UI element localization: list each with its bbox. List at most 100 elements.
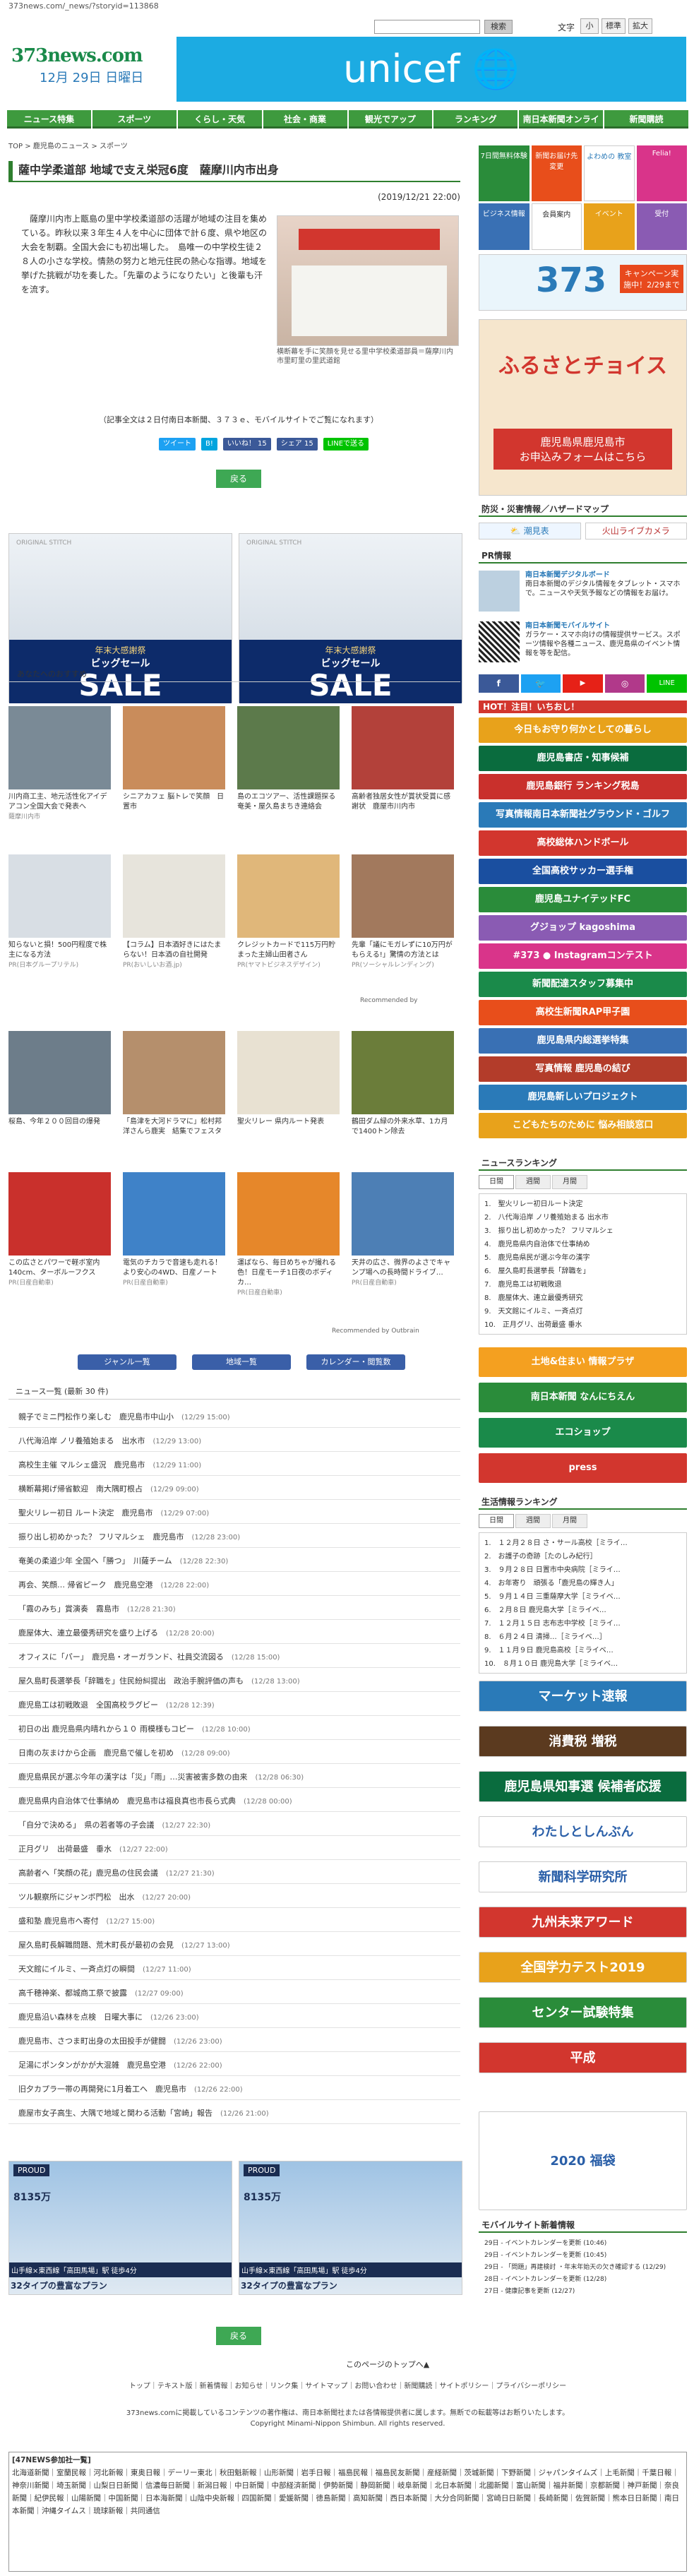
recommend-card[interactable]: 「島津を大河ドラマに」松村邦洋さんら鹿実 結集でフェスタ (123, 1031, 225, 1137)
news-row[interactable]: オフィスに「パー」 鹿児島・オーガランド、社員交流図る (12/28 15:00… (8, 1647, 460, 1668)
news-row[interactable]: 振り出し初めかった？ フリマルシェ 鹿児島市 (12/28 23:00) (8, 1527, 460, 1548)
line-button[interactable]: LINEで送る (323, 438, 369, 451)
unicef-banner[interactable]: unicef 🌐 (177, 37, 686, 102)
article-photo[interactable] (277, 215, 459, 346)
line-icon[interactable]: LINE (647, 674, 687, 693)
pr-item[interactable]: 南日本新聞モバイルサイト ガラケー・スマホ向けの情報提供サービス。スポーツ情報や… (479, 621, 687, 667)
news-row[interactable]: 親子でミニ門松作り楽しむ 鹿児島市中山小 (12/29 15:00) (8, 1407, 460, 1428)
sidebar-banner[interactable]: こどもたちのために 悩み相談窓口 (479, 1113, 687, 1138)
sidebar-banner[interactable]: 写真情報 鹿児島の結び (479, 1056, 687, 1082)
recommend-card[interactable]: 天井の広さ、微界のよさでキャンプ場への長時間ドライブ… PR(日産自動車) (352, 1172, 454, 1288)
sidebar-banner[interactable]: 全国学力テスト2019 (479, 1952, 687, 1983)
life-ranking-item[interactable]: 9. １１月９日 鹿児島高校［ミライベ… (484, 1644, 682, 1657)
recommend-card[interactable]: 聖火リレー 県内ルート発表 (237, 1031, 340, 1127)
recommend-card[interactable]: 運ばなら、毎日めちゃが撮れる色！日産モーチ1日夜のボディカ… PR(日産自動車) (237, 1172, 340, 1298)
recommend-card[interactable]: 川内商工主、地元活性化アイデアコン全国大会で発表へ 薩摩川内市 (8, 706, 111, 822)
news-row[interactable]: 鹿児島県民が選ぶ今年の漢字は「災」「雨」…災害被害多数の由来 (12/28 06… (8, 1767, 460, 1788)
instagram-icon[interactable]: ◎ (604, 674, 645, 693)
nav-item[interactable]: 観光でアップ (348, 110, 433, 129)
news-row[interactable]: 高齢者へ「笑顔の花」鹿児島の住民会議 (12/27 21:30) (8, 1863, 460, 1884)
recommend-card[interactable]: この広さとパワーで軽ボ室内140cm、ターボルーフクス PR(日産自動車) (8, 1172, 111, 1288)
life-ranking-item[interactable]: 8. ６月２４日 清掃…［ミライベ…］ (484, 1630, 682, 1644)
grid-tile[interactable]: よわめの 教室 (584, 145, 635, 201)
nav-item[interactable]: ランキング (433, 110, 518, 129)
breadcrumb[interactable]: TOP > 鹿児島のニュース > スポーツ (8, 140, 128, 150)
recommend-card[interactable]: 桜島、今年２００回目の爆発 (8, 1031, 111, 1127)
47news-list[interactable]: 北海道新聞｜室蘭民報｜河北新報｜東奥日報｜デーリー東北｜秋田魁新報｜山形新聞｜岩… (12, 2467, 683, 2517)
373-banner[interactable]: 373 キャンペーン実施中！2/29まで (479, 254, 687, 311)
nav-item[interactable]: 南日本新聞オンライン (519, 110, 604, 143)
tweet-button[interactable]: ツイート (159, 438, 196, 451)
tab-daily[interactable]: 日間 (479, 1175, 514, 1189)
news-row[interactable]: 鹿児島市、さつま町出身の太田投手が健闘 (12/26 23:00) (8, 2031, 460, 2052)
recommend-card[interactable]: シニアカフェ 脳トレで笑顔 日置市 (123, 706, 225, 812)
hatena-button[interactable]: B! (201, 438, 217, 451)
nav-item[interactable]: スポーツ (92, 110, 177, 129)
font-small-button[interactable]: 小 (580, 18, 599, 34)
recommend-card[interactable]: 【コラム】日本酒好きにはたまらない！日本酒の自社開発 PR(おいしいお酒.jp) (123, 854, 225, 970)
sidebar-banner[interactable]: 2020 福袋 (479, 2111, 687, 2210)
genre-list-button[interactable]: ジャンル一覧 (78, 1354, 177, 1370)
sidebar-banner[interactable]: press (479, 1453, 687, 1483)
ranking-item[interactable]: 3. 振り出し初めかった？ フリマルシェ (484, 1224, 682, 1238)
sidebar-banner[interactable]: センター試験特集 (479, 1997, 687, 2028)
sidebar-banner[interactable]: グジョップ kagoshima (479, 915, 687, 941)
news-row[interactable]: 鹿児島工は初戦敗退 全国高校ラグビー (12/28 12:39) (8, 1695, 460, 1716)
sidebar-banner[interactable]: 今日もお守り何かとしての暮らし (479, 717, 687, 743)
sidebar-banner[interactable]: 消費税 増税 (479, 1726, 687, 1757)
page-top-link[interactable]: このページのトップへ▲ (346, 2359, 429, 2370)
news-row[interactable]: 再会、笑顔… 帰省ピーク 鹿児島空港 (12/28 22:00) (8, 1575, 460, 1596)
news-row[interactable]: 初日の出 鹿児島県内晴れから１０ 雨模様もコピー (12/28 10:00) (8, 1719, 460, 1740)
sidebar-banner[interactable]: 鹿児島ユナイテッドFC (479, 887, 687, 912)
recommend-card[interactable]: 知らないと損！500円程度で株主になる方法 PR(日本グループリテル) (8, 854, 111, 970)
recommend-card[interactable]: 先輩「議にモガレずに10万円がもらえる!」驚情の方法とは PR(ソーシャルレンディ… (352, 854, 454, 970)
grid-tile[interactable]: 新聞お届け先変更 (531, 145, 582, 201)
like-button[interactable]: いいね！ 15 (222, 438, 271, 451)
life-ranking-item[interactable]: 6. ２月８日 鹿児島大学［ミライベ… (484, 1604, 682, 1617)
volcano-link[interactable]: 火山ライブカメラ (585, 523, 687, 539)
news-row[interactable]: 屋久島町長解職問題、荒木町長が最初の会見 (12/27 13:00) (8, 1935, 460, 1956)
nav-item[interactable]: 社会・商業 (263, 110, 347, 129)
search-button[interactable]: 検索 (484, 20, 513, 34)
news-row[interactable]: 屋久島町長選挙長「辞職を」住民紛糾提出 政治手腕評価の声も (12/28 13:… (8, 1671, 460, 1692)
ranking-item[interactable]: 4. 鹿児島県内自治体で仕事納め (484, 1238, 682, 1251)
ranking-item[interactable]: 1. 聖火リレー初日ルート決定 (484, 1198, 682, 1211)
site-logo[interactable]: 373news.com 12月 29日 日曜日 (11, 40, 167, 93)
sidebar-banner[interactable]: 土地&住まい 情報プラザ (479, 1347, 687, 1377)
proud-ad[interactable]: PROUD 8135万 山手線×東西線「高田馬場」駅 徒歩4分 32タイプの豊富… (8, 2161, 232, 2295)
sidebar-banner[interactable]: わたしとしんぶん (479, 1816, 687, 1847)
sidebar-banner[interactable]: #373 ● Instagramコンテスト (479, 943, 687, 969)
region-list-button[interactable]: 地域一覧 (192, 1354, 291, 1370)
ranking-item[interactable]: 9. 天文館にイルミ、一斉点灯 (484, 1305, 682, 1318)
sidebar-banner[interactable]: 高校総体ハンドボール (479, 830, 687, 856)
life-ranking-item[interactable]: 10. ８月１０日 鹿児島大学［ミライベ… (484, 1657, 682, 1671)
weather-link[interactable]: ⛅ 潮見表 (479, 523, 581, 539)
news-row[interactable]: 旧夕カプラ一帯の再開発に1月着工へ 鹿児島市 (12/26 22:00) (8, 2079, 460, 2100)
news-row[interactable]: 天文館にイルミ、一斉点灯の瞬間 (12/27 11:00) (8, 1959, 460, 1980)
sidebar-banner[interactable]: 鹿児島県知事選 候補者応援 (479, 1771, 687, 1802)
news-row[interactable]: 鹿児島県内自治体で仕事納め 鹿児島市は福良真也市長ら式典 (12/28 00:0… (8, 1791, 460, 1812)
nav-item[interactable]: 新聞購読 (604, 110, 688, 129)
recommend-card[interactable]: 島のエコツアー、活性課題探る 奄美・屋久島まちき連絡会 (237, 706, 342, 812)
life-ranking-item[interactable]: 4. お年寄り 頑張る「鹿児島の輝き人」 (484, 1577, 682, 1590)
life-ranking-item[interactable]: 2. お護子の奇跡［たのしみ紀行］ (484, 1550, 682, 1563)
sidebar-banner[interactable]: 全国高校サッカー選手権 (479, 859, 687, 884)
grid-tile[interactable]: ビジネス情報 (479, 203, 530, 250)
ranking-item[interactable]: 6. 屋久島町長選挙長「辞職を」 (484, 1265, 682, 1278)
recommend-card[interactable]: 高齢者独居女性が賞状受賞に感謝状 鹿屋市川内市 (352, 706, 454, 812)
mobile-item[interactable]: 27日 - 健康記事を更新 (12/27) (484, 2285, 682, 2298)
sidebar-banner[interactable]: マーケット速報 (479, 1681, 687, 1712)
tab-monthly[interactable]: 月間 (552, 1175, 587, 1189)
twitter-icon[interactable]: 🐦 (520, 674, 561, 693)
uzou-credit[interactable]: Recommended by (360, 997, 417, 1004)
font-large-button[interactable]: 拡大 (628, 18, 652, 34)
news-row[interactable]: 「霧のみち」賞演奏 霧島市 (12/28 21:30) (8, 1599, 460, 1620)
ranking-item[interactable]: 5. 鹿児島県民が選ぶ今年の漢字 (484, 1251, 682, 1265)
news-row[interactable]: 正月グリ 出荷最盛 垂水 (12/27 22:00) (8, 1839, 460, 1860)
life-ranking-item[interactable]: 7. １２月１５日 志布志中学校［ミライ… (484, 1617, 682, 1630)
facebook-icon[interactable]: f (479, 674, 519, 693)
furusato-banner[interactable]: ふるさとチョイス 鹿児島県鹿児島市 お申込みフォームはこちら (479, 319, 687, 496)
ranking-item[interactable]: 2. 八代海沿岸 ノリ養殖始まる 出水市 (484, 1211, 682, 1224)
news-row[interactable]: 奄美の柔道少年 全国へ「勝つ」 川薩チーム (12/28 22:30) (8, 1551, 460, 1572)
pr-item[interactable]: 南日本新聞デジタルボード 南日本新聞のデジタル情報をタブレット・スマホで。ニュー… (479, 571, 687, 616)
